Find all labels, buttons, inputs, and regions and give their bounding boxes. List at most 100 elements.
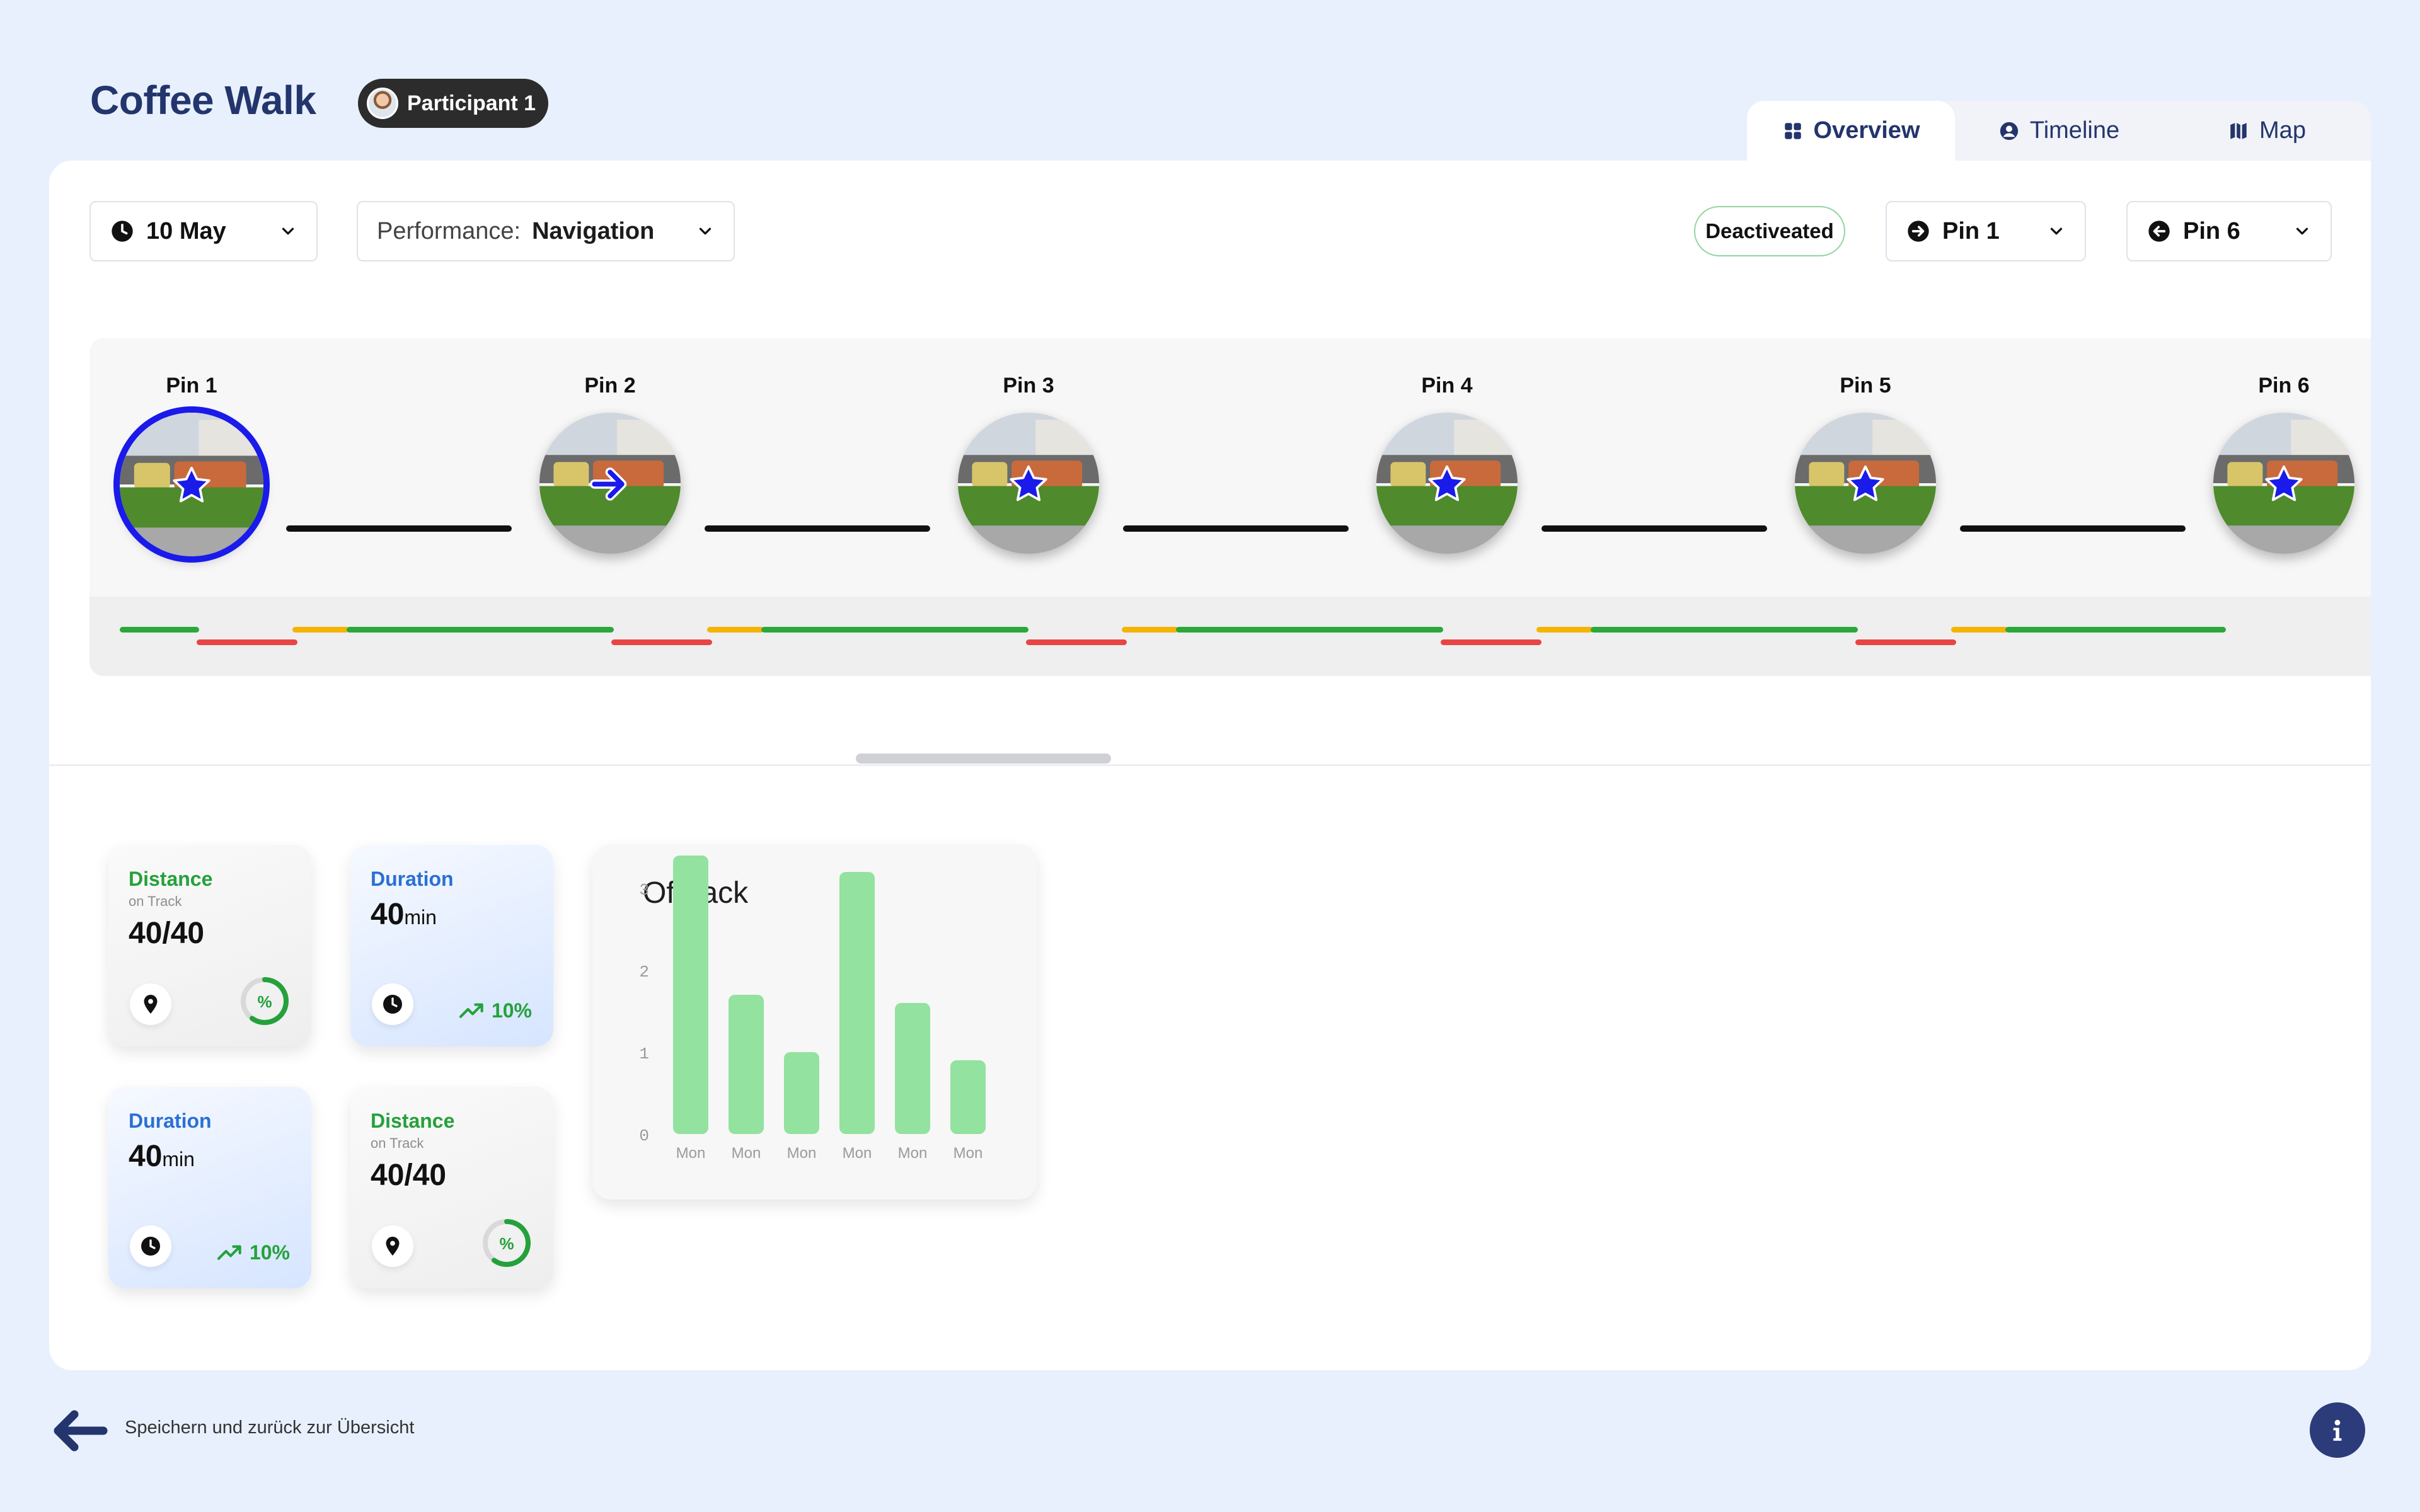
progress-ring: % bbox=[241, 977, 289, 1025]
performance-value: Navigation bbox=[532, 217, 655, 244]
pins-timeline: Pin 1 Pin 2 Pin 3 Pin 4 Pin 5 Pin 6 bbox=[89, 338, 2371, 676]
segment-warning bbox=[1122, 627, 1178, 633]
segment-on-track bbox=[1591, 627, 1858, 633]
stat-subtitle: on Track bbox=[371, 1135, 424, 1151]
stat-unit: min bbox=[404, 906, 437, 929]
distance-card: Distance on Track 40/40 % bbox=[108, 845, 311, 1046]
x-tick-label: Mon bbox=[843, 1145, 872, 1162]
performance-dropdown[interactable]: Performance: Navigation bbox=[357, 201, 735, 261]
segment-off-track bbox=[611, 639, 712, 645]
arrow-left-circle-icon bbox=[2148, 220, 2170, 242]
chart-bar[interactable] bbox=[839, 872, 875, 1134]
stat-unit: min bbox=[162, 1148, 195, 1171]
from-pin-value: Pin 1 bbox=[1942, 217, 2000, 244]
tab-map[interactable]: Map bbox=[2163, 101, 2371, 161]
date-value: 10 May bbox=[146, 217, 226, 244]
user-circle-icon bbox=[2000, 122, 2019, 140]
y-tick-label: 2 bbox=[639, 963, 649, 982]
stat-title: Duration bbox=[129, 1109, 212, 1132]
bar-chart: 3 2 1 0 Mon Mon Mon Mon Mon Mon bbox=[639, 856, 986, 1162]
x-tick-label: Mon bbox=[898, 1145, 928, 1162]
chart-bar[interactable] bbox=[784, 1052, 819, 1134]
tab-timeline-label: Timeline bbox=[2029, 117, 2120, 144]
tab-timeline[interactable]: Timeline bbox=[1955, 101, 2163, 161]
chart-bar[interactable] bbox=[729, 995, 764, 1134]
pin-photo[interactable] bbox=[1376, 413, 1518, 554]
trend-indicator: 10% bbox=[459, 999, 532, 1022]
duration-card: Duration 40min 10% bbox=[350, 845, 553, 1046]
stat-number: 40/40 bbox=[129, 917, 205, 950]
pin-label: Pin 5 bbox=[1840, 374, 1891, 398]
pin-4[interactable]: Pin 4 bbox=[1371, 374, 1523, 554]
date-dropdown[interactable]: 10 May bbox=[89, 201, 318, 261]
segment-on-track bbox=[347, 627, 614, 633]
pin-photo[interactable] bbox=[120, 413, 263, 556]
segment-warning bbox=[292, 627, 349, 633]
star-icon bbox=[1847, 465, 1884, 501]
pin-photo[interactable] bbox=[958, 413, 1099, 554]
chevron-down-icon bbox=[2296, 227, 2308, 235]
pin-label: Pin 4 bbox=[1421, 374, 1473, 398]
x-tick-label: Mon bbox=[676, 1145, 706, 1162]
stat-title: Duration bbox=[371, 868, 454, 890]
pin-photo[interactable] bbox=[539, 413, 681, 554]
info-button[interactable] bbox=[2310, 1402, 2365, 1458]
pin-connector bbox=[705, 525, 930, 532]
trending-up-icon bbox=[459, 1003, 483, 1018]
map-icon bbox=[2230, 122, 2247, 139]
trend-value: 10% bbox=[491, 999, 532, 1022]
back-label[interactable]: Speichern und zurück zur Übersicht bbox=[125, 1418, 414, 1438]
y-tick-label: 3 bbox=[639, 881, 649, 900]
pin-6[interactable]: Pin 6 bbox=[2208, 374, 2360, 554]
pin-connector bbox=[1541, 525, 1767, 532]
pin-5[interactable]: Pin 5 bbox=[1790, 374, 1941, 554]
clock-icon bbox=[130, 1225, 171, 1267]
stat-number: 40 bbox=[129, 1140, 163, 1173]
segment-on-track bbox=[761, 627, 1028, 633]
grid-icon bbox=[1784, 122, 1801, 139]
duration-card: Duration 40min 10% bbox=[108, 1087, 311, 1288]
pin-photo[interactable] bbox=[1795, 413, 1936, 554]
stat-number: 40/40 bbox=[371, 1159, 447, 1192]
pin-connector bbox=[1123, 525, 1349, 532]
tab-overview[interactable]: Overview bbox=[1747, 101, 1955, 161]
segment-warning bbox=[707, 627, 764, 633]
pin-label: Pin 2 bbox=[584, 374, 636, 398]
segment-on-track bbox=[1176, 627, 1443, 633]
view-tabs: Overview Timeline Map bbox=[1747, 101, 2371, 161]
segment-off-track bbox=[1441, 639, 1541, 645]
y-tick-label: 1 bbox=[639, 1045, 649, 1063]
clock-icon bbox=[112, 220, 133, 242]
status-badge[interactable]: Deactiveated bbox=[1694, 206, 1845, 256]
chart-bar[interactable] bbox=[950, 1060, 986, 1134]
pin-2[interactable]: Pin 2 bbox=[534, 374, 686, 554]
app-title: Coffee Walk bbox=[90, 77, 316, 123]
participant-badge[interactable]: Participant 1 bbox=[358, 79, 549, 128]
stat-value: 40/40 bbox=[371, 1158, 533, 1193]
chevron-down-icon bbox=[699, 227, 712, 235]
pin-3[interactable]: Pin 3 bbox=[953, 374, 1104, 554]
overview-panel: 10 May Performance: Navigation Deactivea… bbox=[49, 161, 2371, 1370]
pin-1[interactable]: Pin 1 bbox=[116, 374, 267, 556]
performance-prefix: Performance: bbox=[377, 217, 521, 244]
horizontal-scrollbar[interactable] bbox=[856, 753, 1111, 764]
arrow-right-circle-icon bbox=[1908, 220, 1929, 242]
segment-warning bbox=[1536, 627, 1593, 633]
avatar bbox=[367, 88, 398, 119]
chart-bar[interactable] bbox=[673, 856, 708, 1134]
star-icon bbox=[1010, 465, 1047, 501]
participant-label: Participant 1 bbox=[407, 91, 536, 115]
info-icon bbox=[2333, 1419, 2342, 1441]
back-arrow-icon[interactable] bbox=[45, 1396, 115, 1465]
star-icon bbox=[1428, 465, 1466, 501]
stat-value: 40min bbox=[371, 897, 533, 932]
chevron-down-icon bbox=[2050, 227, 2063, 235]
from-pin-dropdown[interactable]: Pin 1 bbox=[1886, 201, 2086, 261]
trending-up-icon bbox=[217, 1245, 241, 1260]
to-pin-dropdown[interactable]: Pin 6 bbox=[2126, 201, 2332, 261]
distance-card: Distance on Track 40/40 % bbox=[350, 1087, 553, 1288]
segment-warning bbox=[1951, 627, 2008, 633]
pin-photo[interactable] bbox=[2213, 413, 2354, 554]
chart-bar[interactable] bbox=[895, 1003, 930, 1134]
y-tick-label: 0 bbox=[639, 1126, 649, 1145]
